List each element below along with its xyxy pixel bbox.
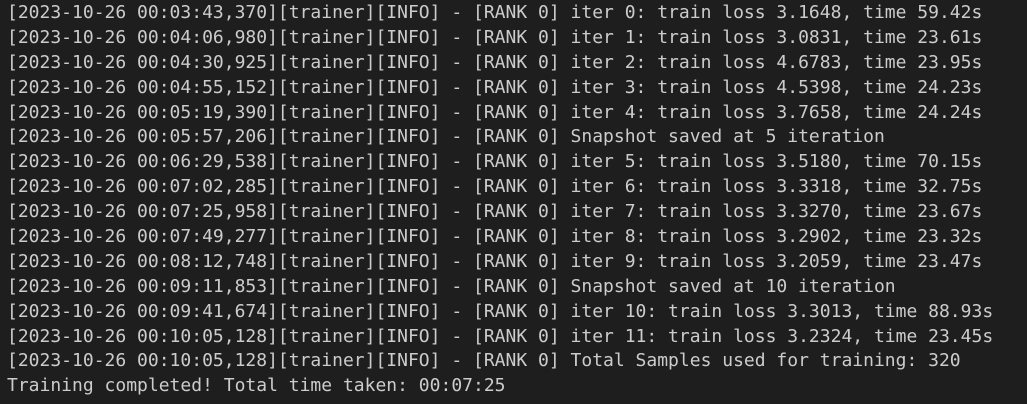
log-line: [2023-10-26 00:07:49,277][trainer][INFO]… (7, 226, 983, 248)
log-line: [2023-10-26 00:10:05,128][trainer][INFO]… (7, 350, 961, 372)
log-line: [2023-10-26 00:06:29,538][trainer][INFO]… (7, 151, 983, 173)
log-line: [2023-10-26 00:04:06,980][trainer][INFO]… (7, 26, 983, 48)
log-line: [2023-10-26 00:04:55,152][trainer][INFO]… (7, 76, 983, 98)
log-line: [2023-10-26 00:09:11,853][trainer][INFO]… (7, 275, 896, 297)
log-line: [2023-10-26 00:07:02,285][trainer][INFO]… (7, 176, 983, 198)
log-line: [2023-10-26 00:05:19,390][trainer][INFO]… (7, 101, 983, 123)
terminal-output[interactable]: [2023-10-26 00:03:43,370][trainer][INFO]… (0, 0, 1027, 404)
log-line: [2023-10-26 00:05:57,206][trainer][INFO]… (7, 126, 885, 148)
log-line: [2023-10-26 00:04:30,925][trainer][INFO]… (7, 51, 983, 73)
log-line: [2023-10-26 00:03:43,370][trainer][INFO]… (7, 2, 983, 23)
log-line: [2023-10-26 00:08:12,748][trainer][INFO]… (7, 250, 983, 272)
log-line: [2023-10-26 00:10:05,128][trainer][INFO]… (7, 325, 994, 347)
completion-line: Training completed! Total time taken: 00… (7, 375, 506, 397)
log-line: [2023-10-26 00:09:41,674][trainer][INFO]… (7, 300, 994, 322)
log-line: [2023-10-26 00:07:25,958][trainer][INFO]… (7, 201, 983, 223)
